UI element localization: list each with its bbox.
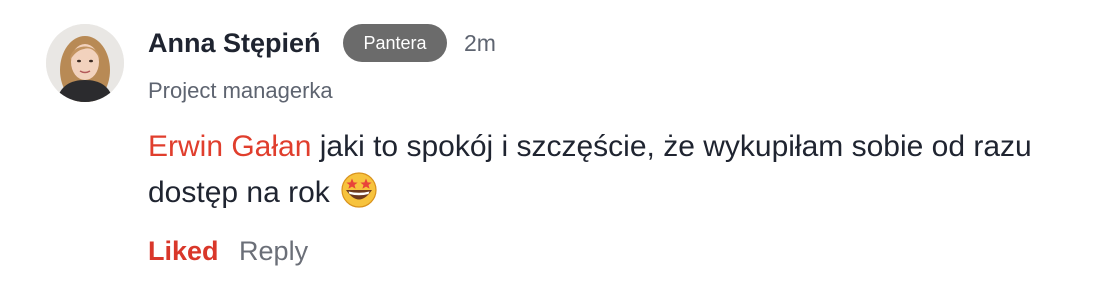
liked-button[interactable]: Liked bbox=[148, 236, 219, 266]
avatar-photo-icon bbox=[46, 24, 124, 102]
user-badge: Pantera bbox=[343, 24, 447, 62]
star-struck-emoji-icon bbox=[340, 171, 378, 209]
author-name[interactable]: Anna Stępień bbox=[148, 25, 321, 61]
comment-card: Anna Stępień Pantera 2m Project managerk… bbox=[0, 0, 1100, 296]
comment-body: Erwin Gałan jaki to spokój i szczęście, … bbox=[148, 124, 1083, 216]
comment-actions: Liked Reply bbox=[148, 233, 308, 269]
avatar[interactable] bbox=[46, 24, 124, 102]
timestamp[interactable]: 2m bbox=[464, 27, 496, 59]
user-mention-link[interactable]: Erwin Gałan bbox=[148, 130, 311, 163]
author-title: Project managerka bbox=[148, 78, 333, 103]
reply-button[interactable]: Reply bbox=[239, 236, 308, 266]
